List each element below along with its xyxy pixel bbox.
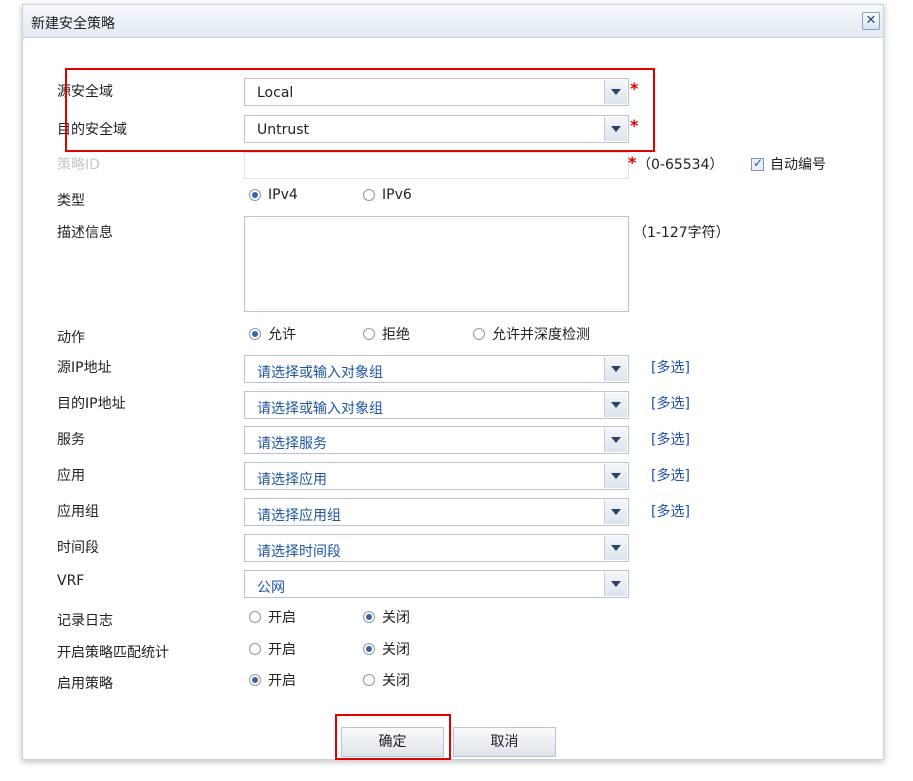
logging-label: 记录日志 — [57, 613, 113, 629]
radio-selected-icon[interactable] — [363, 643, 375, 655]
chevron-down-icon[interactable] — [604, 572, 627, 596]
action-permit-inspect-radio[interactable]: 允许并深度检测 — [473, 324, 590, 344]
enable-policy-off-radio[interactable]: 关闭 — [363, 670, 410, 690]
service-select[interactable]: 请选择服务 — [244, 426, 629, 454]
src-ip-label: 源IP地址 — [57, 360, 112, 376]
vrf-label: VRF — [57, 573, 85, 589]
src-ip-placeholder: 请选择或输入对象组 — [257, 365, 383, 381]
application-placeholder: 请选择应用 — [257, 472, 327, 488]
radio-label: 开启 — [268, 673, 296, 689]
chevron-down-icon[interactable] — [604, 500, 627, 524]
policy-id-label: 策略ID — [57, 157, 100, 173]
vrf-value: 公网 — [257, 580, 285, 596]
service-multi-select-link[interactable]: [多选] — [651, 429, 690, 449]
radio-selected-icon[interactable] — [249, 189, 261, 201]
dst-ip-multi-select-link[interactable]: [多选] — [651, 393, 690, 413]
dst-zone-select[interactable]: Untrust — [244, 115, 629, 143]
logging-off-radio[interactable]: 关闭 — [363, 607, 410, 627]
radio-label: 关闭 — [382, 610, 410, 626]
logging-on-radio[interactable]: 开启 — [249, 607, 296, 627]
app-group-select[interactable]: 请选择应用组 — [244, 498, 629, 526]
dst-zone-label: 目的安全域 — [57, 122, 127, 138]
chevron-down-icon[interactable] — [604, 393, 627, 417]
radio-selected-icon[interactable] — [249, 674, 261, 686]
type-ipv4-radio[interactable]: IPv4 — [249, 187, 298, 203]
src-zone-label: 源安全域 — [57, 84, 113, 100]
action-label: 动作 — [57, 330, 85, 346]
radio-unselected-icon[interactable] — [249, 611, 261, 623]
time-range-select[interactable]: 请选择时间段 — [244, 534, 629, 562]
match-stats-label: 开启策略匹配统计 — [57, 645, 169, 661]
radio-label: 开启 — [268, 610, 296, 626]
app-group-multi-select-link[interactable]: [多选] — [651, 501, 690, 521]
cancel-button[interactable]: 取消 — [453, 727, 556, 757]
radio-unselected-icon[interactable] — [249, 643, 261, 655]
service-placeholder: 请选择服务 — [257, 436, 327, 452]
type-label: 类型 — [57, 193, 85, 209]
src-zone-value: Local — [257, 85, 294, 101]
radio-unselected-icon[interactable] — [363, 189, 375, 201]
dialog-titlebar: 新建安全策略 ✕ — [23, 5, 883, 38]
match-stats-on-radio[interactable]: 开启 — [249, 639, 296, 659]
chevron-down-icon[interactable] — [604, 80, 627, 104]
ok-button[interactable]: 确定 — [341, 727, 444, 757]
radio-unselected-icon[interactable] — [363, 328, 375, 340]
required-mark: * — [630, 79, 639, 98]
radio-label: 关闭 — [382, 673, 410, 689]
application-select[interactable]: 请选择应用 — [244, 462, 629, 490]
vrf-select[interactable]: 公网 — [244, 570, 629, 598]
app-group-placeholder: 请选择应用组 — [257, 508, 341, 524]
radio-label: 允许并深度检测 — [492, 327, 590, 343]
radio-label: 允许 — [268, 327, 296, 343]
dialog-title: 新建安全策略 — [31, 16, 115, 32]
dst-zone-value: Untrust — [257, 122, 310, 138]
action-permit-radio[interactable]: 允许 — [249, 324, 296, 344]
application-multi-select-link[interactable]: [多选] — [651, 465, 690, 485]
radio-label: 开启 — [268, 642, 296, 658]
enable-policy-label: 启用策略 — [57, 676, 113, 692]
src-zone-select[interactable]: Local — [244, 78, 629, 106]
required-mark: * — [628, 153, 637, 172]
app-group-label: 应用组 — [57, 504, 99, 520]
auto-number-checkbox[interactable]: 自动编号 — [751, 154, 826, 174]
close-icon[interactable]: ✕ — [862, 12, 880, 30]
enable-policy-on-radio[interactable]: 开启 — [249, 670, 296, 690]
type-ipv6-radio[interactable]: IPv6 — [363, 187, 412, 203]
radio-unselected-icon[interactable] — [363, 674, 375, 686]
match-stats-off-radio[interactable]: 关闭 — [363, 639, 410, 659]
radio-selected-icon[interactable] — [249, 328, 261, 340]
required-mark: * — [630, 116, 639, 135]
dst-ip-select[interactable]: 请选择或输入对象组 — [244, 391, 629, 419]
chevron-down-icon[interactable] — [604, 536, 627, 560]
description-hint: （1-127字符） — [633, 225, 730, 241]
dst-ip-label: 目的IP地址 — [57, 396, 126, 412]
radio-unselected-icon[interactable] — [473, 328, 485, 340]
radio-label: 拒绝 — [382, 327, 410, 343]
policy-id-range-hint: （0-65534） — [637, 157, 724, 173]
chevron-down-icon[interactable] — [604, 117, 627, 141]
radio-label: IPv6 — [382, 187, 412, 203]
policy-id-input — [244, 152, 629, 179]
time-range-placeholder: 请选择时间段 — [257, 544, 341, 560]
action-deny-radio[interactable]: 拒绝 — [363, 324, 410, 344]
radio-label: IPv4 — [268, 187, 298, 203]
src-ip-multi-select-link[interactable]: [多选] — [651, 357, 690, 377]
chevron-down-icon[interactable] — [604, 357, 627, 381]
application-label: 应用 — [57, 468, 85, 484]
new-security-policy-dialog: 新建安全策略 ✕ 源安全域 Local * 目的安全域 Untrust * 策略… — [22, 4, 884, 760]
chevron-down-icon[interactable] — [604, 428, 627, 452]
checkbox-checked-icon[interactable] — [751, 156, 764, 171]
radio-label: 关闭 — [382, 642, 410, 658]
description-textarea[interactable] — [244, 216, 629, 312]
src-ip-select[interactable]: 请选择或输入对象组 — [244, 355, 629, 383]
auto-number-label: 自动编号 — [770, 157, 826, 173]
chevron-down-icon[interactable] — [604, 464, 627, 488]
dst-ip-placeholder: 请选择或输入对象组 — [257, 401, 383, 417]
radio-selected-icon[interactable] — [363, 611, 375, 623]
service-label: 服务 — [57, 432, 85, 448]
time-range-label: 时间段 — [57, 540, 99, 556]
description-label: 描述信息 — [57, 225, 113, 241]
